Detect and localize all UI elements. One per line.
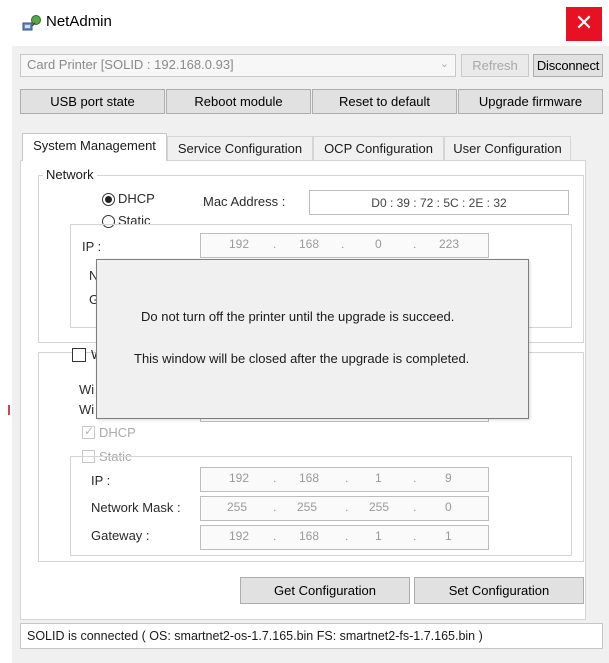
get-configuration-button[interactable]: Get Configuration: [240, 577, 410, 604]
ip-dot: .: [413, 237, 417, 251]
ip-dot: .: [345, 500, 349, 514]
ip-dot: .: [273, 471, 277, 485]
wireless-ip-octet-3: 1: [375, 471, 382, 485]
upgrade-firmware-button[interactable]: Upgrade firmware: [458, 89, 603, 114]
ip-octet-3: 0: [375, 237, 382, 251]
ip-dot: .: [273, 500, 277, 514]
device-select[interactable]: Card Printer [SOLID : 192.168.0.93] ⌄: [20, 54, 456, 77]
ip-dot: .: [345, 529, 349, 543]
ip-dot: .: [345, 471, 349, 485]
wireless-row1-label: Wi: [79, 382, 95, 397]
wireless-mask-octet-1: 255: [227, 500, 248, 514]
ip-address-field[interactable]: 192 . 168 . 0 . 223: [200, 233, 489, 258]
network-group-label: Network: [43, 167, 97, 182]
refresh-button[interactable]: Refresh: [461, 54, 529, 77]
wireless-checkbox[interactable]: [72, 348, 86, 362]
window-title: NetAdmin: [46, 13, 112, 30]
wireless-gateway-octet-1: 192: [229, 529, 250, 543]
ip-octet-4: 223: [439, 237, 460, 251]
edge-marker: [8, 405, 10, 415]
wireless-gateway-octet-2: 168: [299, 529, 320, 543]
wireless-mask-octet-4: 0: [445, 500, 452, 514]
tab-user-configuration[interactable]: User Configuration: [444, 136, 571, 160]
wireless-gateway-octet-3: 1: [375, 529, 382, 543]
wireless-gateway-field[interactable]: 192 . 168 . 1 . 1: [200, 525, 489, 550]
ip-dot: .: [341, 237, 345, 251]
close-button[interactable]: ✕: [566, 7, 602, 41]
set-configuration-button[interactable]: Set Configuration: [414, 577, 584, 604]
reboot-module-button[interactable]: Reboot module: [166, 89, 311, 114]
checkmark-icon: ✓: [84, 424, 95, 438]
wireless-row2-label: Wi: [79, 402, 95, 417]
ip-dot: .: [273, 237, 277, 251]
status-bar: SOLID is connected ( OS: smartnet2-os-1.…: [20, 623, 603, 649]
wireless-ip-field[interactable]: 192 . 168 . 1 . 9: [200, 467, 489, 492]
device-select-value: Card Printer [SOLID : 192.168.0.93]: [27, 57, 234, 72]
disconnect-button[interactable]: Disconnect: [533, 54, 603, 77]
wireless-ip-octet-4: 9: [445, 471, 452, 485]
ip-dot: .: [413, 529, 417, 543]
network-admin-icon: [22, 14, 42, 32]
left-edge: [0, 46, 12, 663]
wireless-ip-octet-2: 168: [299, 471, 320, 485]
tab-ocp-configuration[interactable]: OCP Configuration: [313, 136, 444, 160]
tab-service-configuration[interactable]: Service Configuration: [167, 136, 313, 160]
upgrade-progress-dialog: Do not turn off the printer until the up…: [96, 259, 529, 419]
chevron-down-icon[interactable]: ⌄: [440, 57, 449, 70]
wireless-gateway-octet-4: 1: [445, 529, 452, 543]
mac-address-label: Mac Address :: [203, 194, 286, 209]
ip-dot: .: [413, 471, 417, 485]
ip-dot: .: [273, 529, 277, 543]
ip-octet-2: 168: [299, 237, 320, 251]
wireless-dhcp-label: DHCP: [99, 425, 136, 440]
wireless-gateway-label: Gateway :: [91, 528, 150, 543]
ip-dot: .: [413, 500, 417, 514]
ip-octet-1: 192: [229, 237, 250, 251]
tab-system-management[interactable]: System Management: [22, 133, 167, 161]
dhcp-radio-label: DHCP: [118, 191, 155, 206]
wireless-mask-octet-2: 255: [297, 500, 318, 514]
reset-to-default-button[interactable]: Reset to default: [312, 89, 457, 114]
dialog-message-line-2: This window will be closed after the upg…: [134, 351, 470, 366]
wireless-ip-octet-1: 192: [229, 471, 250, 485]
mac-address-field: D0 : 39 : 72 : 5C : 2E : 32: [309, 190, 569, 215]
wireless-mask-octet-3: 255: [369, 500, 390, 514]
dhcp-radio[interactable]: [102, 193, 115, 206]
dialog-message-line-1: Do not turn off the printer until the up…: [141, 309, 455, 324]
ip-label: IP :: [82, 239, 102, 254]
wireless-ip-label: IP :: [91, 473, 111, 488]
wireless-mask-field[interactable]: 255 . 255 . 255 . 0: [200, 496, 489, 521]
usb-port-state-button[interactable]: USB port state: [20, 89, 165, 114]
wireless-mask-label: Network Mask :: [91, 500, 181, 515]
